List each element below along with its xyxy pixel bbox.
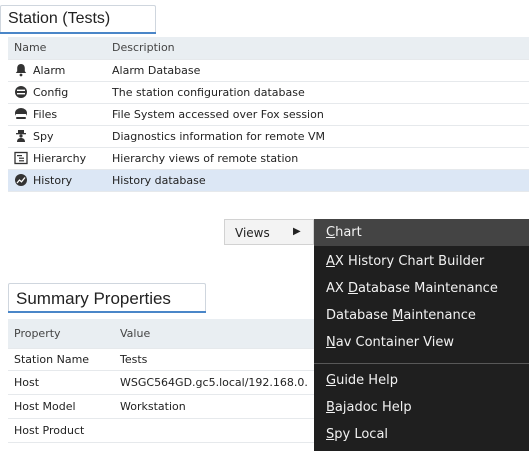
row-description: History database [106,169,529,192]
submenu-item-nav-container-view[interactable]: Nav Container View [326,335,454,350]
submenu-item-database-maintenance[interactable]: Database Maintenance [326,308,476,323]
row-property: Host Product [8,418,114,443]
row-name: Config [33,86,69,99]
submenu-item-ax-database-maintenance[interactable]: AX Database Maintenance [326,281,498,296]
row-property: Station Name [8,348,114,371]
row-name: Files [33,108,58,121]
table-row[interactable]: Hierarchy Hierarchy views of remote stat… [8,147,529,170]
row-description: File System accessed over Fox session [106,103,529,126]
submenu-item-chart[interactable]: Chart [326,225,362,240]
row-name: Alarm [33,64,66,77]
column-header-description[interactable]: Description [106,37,529,60]
row-name: History [33,174,73,187]
summary-tab-title: Summary Properties [16,289,171,308]
column-header-name[interactable]: Name [8,37,106,60]
summary-tab[interactable]: Summary Properties [8,283,206,311]
station-table: Name Description Alarm Alarm Database Co… [8,37,529,192]
row-description: Diagnostics information for remote VM [106,125,529,148]
row-property: Host [8,370,114,395]
station-tab-title: Station (Tests) [8,10,111,27]
row-description: Hierarchy views of remote station [106,147,529,170]
submenu-item-ax-history-chart-builder[interactable]: AX History Chart Builder [326,254,484,269]
station-tab-underline [0,32,156,34]
database-icon [15,86,27,98]
table-row[interactable]: Config The station configuration databas… [8,81,529,104]
submenu-item-spy-local[interactable]: Spy Local [326,427,388,442]
row-name: Hierarchy [33,152,87,165]
row-description: The station configuration database [106,81,529,104]
history-icon [15,174,27,186]
row-name: Spy [33,130,54,143]
submenu-separator [314,363,529,364]
chevron-right-icon: ▶ [293,226,301,237]
table-row[interactable]: Alarm Alarm Database [8,59,529,82]
table-row[interactable]: Spy Diagnostics information for remote V… [8,125,529,148]
views-menu-item[interactable]: Views ▶ [224,219,314,245]
views-menu-label: Views [235,226,270,240]
row-property: Host Model [8,394,114,419]
table-row-selected[interactable]: History History database [8,169,529,192]
bell-icon [15,64,27,77]
row-description: Alarm Database [106,59,529,82]
views-submenu: Chart AX History Chart Builder AX Databa… [314,219,529,451]
spy-icon [16,130,26,142]
submenu-item-guide-help[interactable]: Guide Help [326,373,398,388]
summary-tab-underline [8,311,206,313]
column-header-property[interactable]: Property [8,319,114,349]
hierarchy-icon [14,151,28,165]
station-table-header: Name Description [8,37,529,60]
drive-icon [15,108,27,119]
submenu-item-bajadoc-help[interactable]: Bajadoc Help [326,400,412,415]
table-row[interactable]: Files File System accessed over Fox sess… [8,103,529,126]
station-tab[interactable]: Station (Tests) [0,5,156,32]
